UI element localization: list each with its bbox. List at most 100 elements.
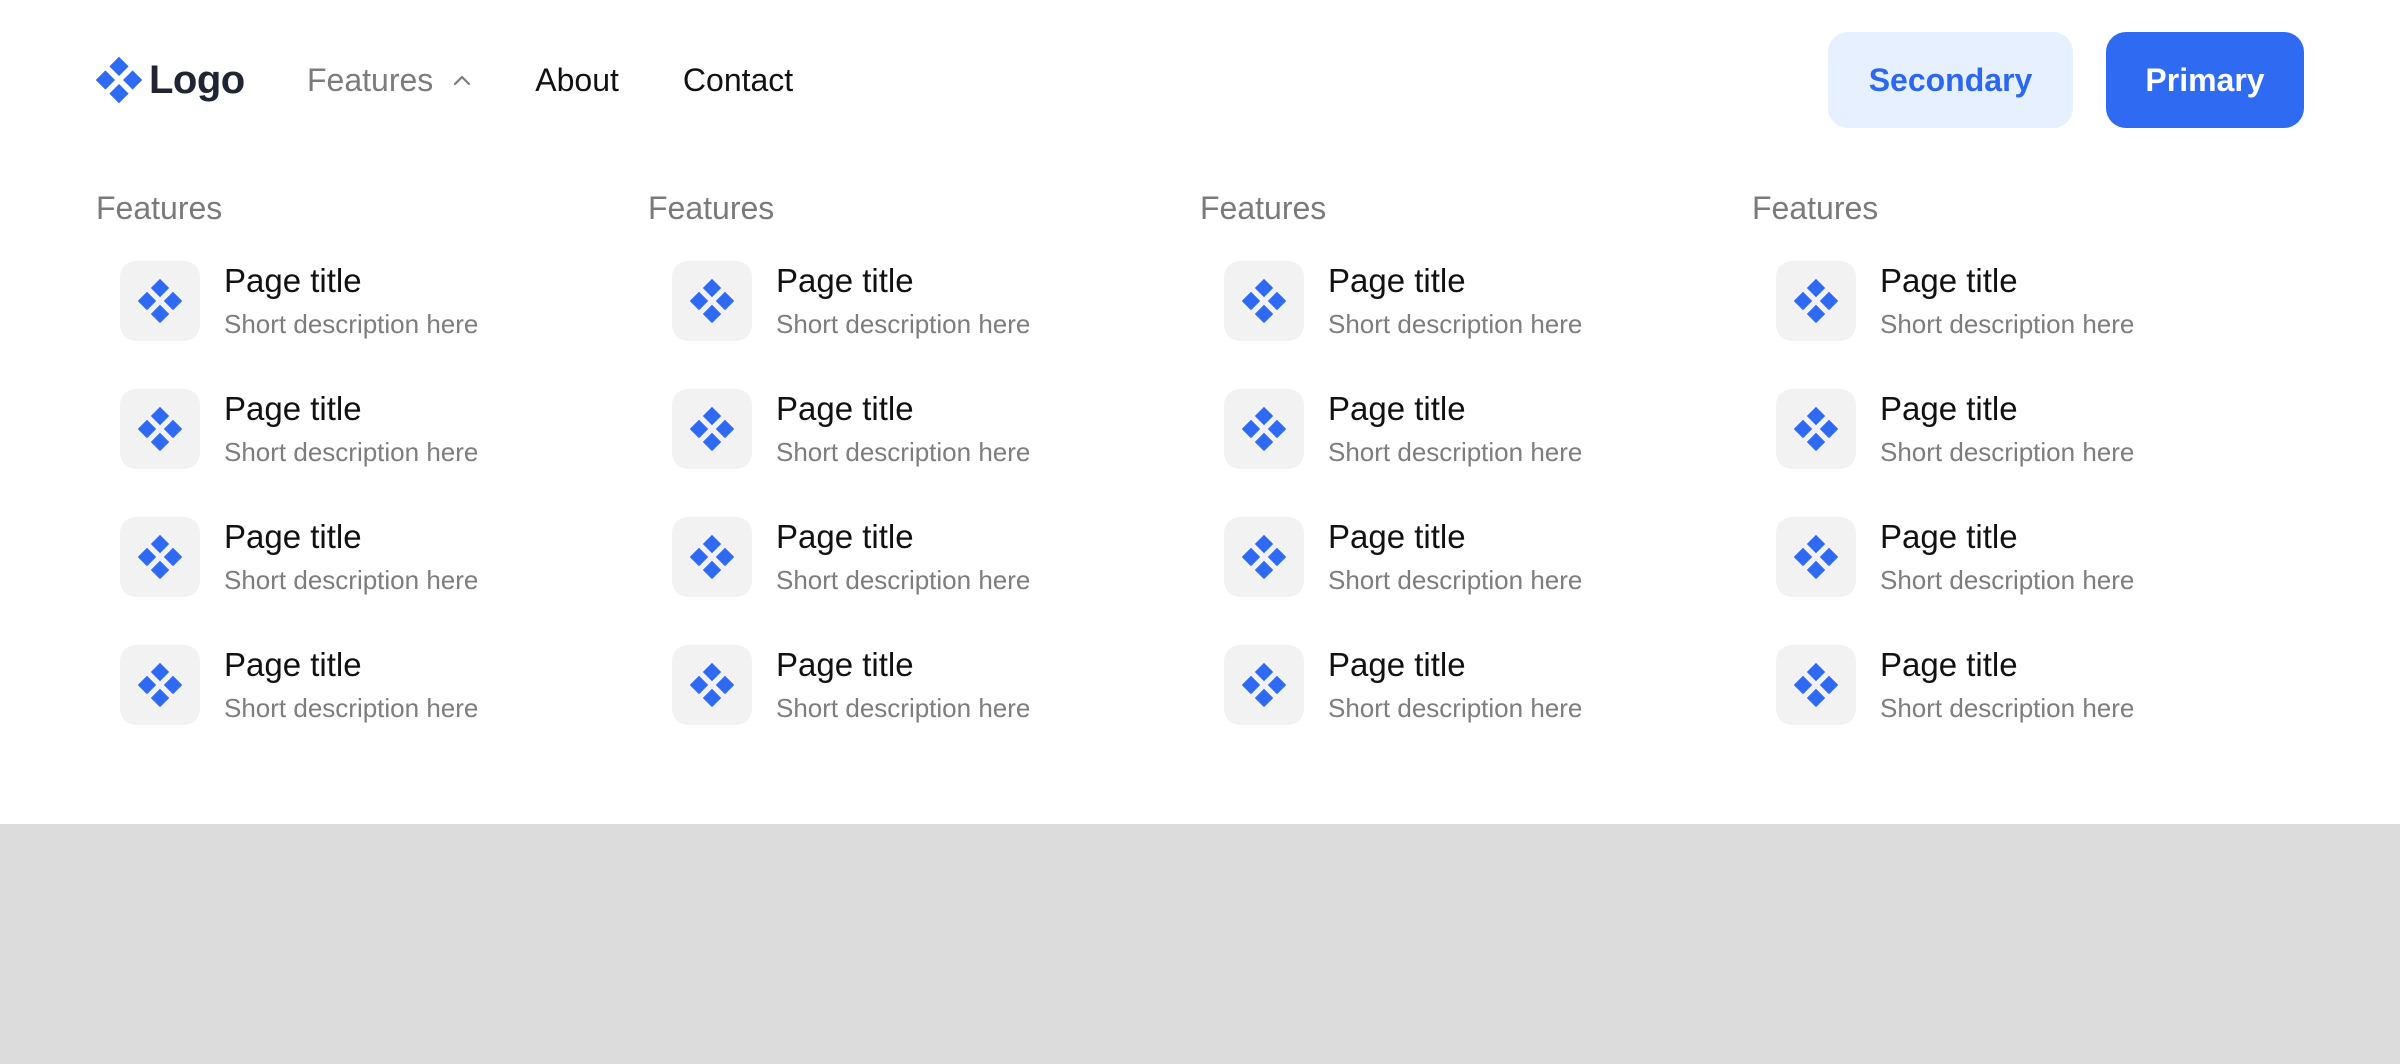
menu-item[interactable]: Page title Short description here xyxy=(120,517,648,645)
menu-item-title: Page title xyxy=(1328,646,1466,683)
menu-item-icon-tile xyxy=(120,389,200,469)
menu-item-title: Page title xyxy=(1328,518,1466,555)
menu-item-icon-tile xyxy=(1776,261,1856,341)
menu-item[interactable]: Page title Short description here xyxy=(672,261,1200,389)
menu-item-text: Page title Short description here xyxy=(1328,261,1582,341)
four-diamonds-icon xyxy=(1794,279,1838,323)
menu-item-description: Short description here xyxy=(1328,565,1583,595)
menu-item[interactable]: Page title Short description here xyxy=(1776,389,2304,517)
menu-item-title: Page title xyxy=(776,262,914,299)
four-diamonds-icon xyxy=(1242,279,1286,323)
four-diamonds-icon xyxy=(1794,535,1838,579)
logo-text: Logo xyxy=(149,57,245,102)
menu-item-text: Page title Short description here xyxy=(1880,517,2134,597)
four-diamonds-icon xyxy=(138,663,182,707)
menu-item-title: Page title xyxy=(1880,646,2018,683)
primary-button[interactable]: Primary xyxy=(2106,32,2304,128)
menu-item-text: Page title Short description here xyxy=(776,517,1030,597)
menu-item[interactable]: Page title Short description here xyxy=(1776,517,2304,645)
four-diamonds-icon xyxy=(690,535,734,579)
menu-item[interactable]: Page title Short description here xyxy=(120,645,648,773)
menu-item-list: Page title Short description here Page ti… xyxy=(96,261,648,773)
mega-menu-panel: Logo Features About Contact Secondary Pr… xyxy=(0,0,2400,824)
menu-item-title: Page title xyxy=(1880,390,2018,427)
menu-item-icon-tile xyxy=(1776,389,1856,469)
logo[interactable]: Logo xyxy=(96,50,245,110)
menu-item-title: Page title xyxy=(224,262,362,299)
menu-item-text: Page title Short description here xyxy=(776,389,1030,469)
menu-item[interactable]: Page title Short description here xyxy=(1776,261,2304,389)
four-diamonds-icon xyxy=(138,279,182,323)
nav-item-label: Features xyxy=(307,61,434,98)
menu-item-description: Short description here xyxy=(1880,693,2135,723)
menu-item[interactable]: Page title Short description here xyxy=(672,389,1200,517)
menu-item-title: Page title xyxy=(776,646,914,683)
menu-item-text: Page title Short description here xyxy=(224,517,478,597)
four-diamonds-icon xyxy=(1242,535,1286,579)
menu-column: Features Page title Short description her… xyxy=(1200,185,1752,773)
four-diamonds-icon xyxy=(1242,407,1286,451)
four-diamonds-icon xyxy=(690,279,734,323)
menu-item[interactable]: Page title Short description here xyxy=(120,261,648,389)
menu-item-text: Page title Short description here xyxy=(224,645,478,725)
menu-item-description: Short description here xyxy=(1328,309,1583,339)
menu-item-text: Page title Short description here xyxy=(776,645,1030,725)
menu-item-title: Page title xyxy=(776,518,914,555)
column-header: Features xyxy=(648,190,775,226)
column-header: Features xyxy=(1752,190,1879,226)
menu-item-icon-tile xyxy=(120,261,200,341)
menu-item[interactable]: Page title Short description here xyxy=(672,517,1200,645)
menu-item-list: Page title Short description here Page ti… xyxy=(648,261,1200,773)
four-diamonds-icon xyxy=(1794,663,1838,707)
four-diamonds-icon xyxy=(138,535,182,579)
menu-item[interactable]: Page title Short description here xyxy=(672,645,1200,773)
four-diamonds-icon xyxy=(1794,407,1838,451)
nav-item-label: Contact xyxy=(682,61,794,98)
four-diamonds-icon xyxy=(96,57,142,103)
nav-links: Features About Contact xyxy=(307,50,857,110)
menu-item-text: Page title Short description here xyxy=(1328,389,1582,469)
menu-item-title: Page title xyxy=(776,390,914,427)
nav-item-about[interactable]: About xyxy=(535,62,619,99)
four-diamonds-icon xyxy=(1242,663,1286,707)
menu-item-list: Page title Short description here Page ti… xyxy=(1752,261,2304,773)
menu-item-icon-tile xyxy=(672,517,752,597)
menu-item[interactable]: Page title Short description here xyxy=(1224,389,1752,517)
menu-item-title: Page title xyxy=(1328,390,1466,427)
menu-item[interactable]: Page title Short description here xyxy=(1224,261,1752,389)
menu-item-icon-tile xyxy=(1776,645,1856,725)
menu-column: Features Page title Short description her… xyxy=(96,185,648,773)
menu-item-icon-tile xyxy=(120,517,200,597)
menu-item-description: Short description here xyxy=(224,693,479,723)
menu-item[interactable]: Page title Short description here xyxy=(1776,645,2304,773)
nav-item-contact[interactable]: Contact xyxy=(683,62,793,99)
chevron-up-icon xyxy=(454,75,471,86)
menu-item-description: Short description here xyxy=(1328,437,1583,467)
menu-item[interactable]: Page title Short description here xyxy=(1224,645,1752,773)
menu-item[interactable]: Page title Short description here xyxy=(1224,517,1752,645)
menu-item-text: Page title Short description here xyxy=(1880,389,2134,469)
menu-item-description: Short description here xyxy=(1880,309,2135,339)
menu-item-description: Short description here xyxy=(776,565,1031,595)
column-header: Features xyxy=(96,190,223,226)
menu-item-icon-tile xyxy=(1224,645,1304,725)
menu-item-description: Short description here xyxy=(224,309,479,339)
four-diamonds-icon xyxy=(138,407,182,451)
menu-item-description: Short description here xyxy=(776,309,1031,339)
menu-item-description: Short description here xyxy=(776,693,1031,723)
nav-item-features[interactable]: Features xyxy=(307,62,471,99)
menu-column: Features Page title Short description her… xyxy=(648,185,1200,773)
menu-item-text: Page title Short description here xyxy=(224,261,478,341)
page-overlay[interactable] xyxy=(0,824,2400,1064)
menu-item-title: Page title xyxy=(224,518,362,555)
menu-item-description: Short description here xyxy=(776,437,1031,467)
menu-item-icon-tile xyxy=(1224,261,1304,341)
menu-item-title: Page title xyxy=(1880,518,2018,555)
menu-item-description: Short description here xyxy=(224,437,479,467)
menu-item[interactable]: Page title Short description here xyxy=(120,389,648,517)
menu-item-icon-tile xyxy=(1224,389,1304,469)
menu-item-description: Short description here xyxy=(1328,693,1583,723)
navbar: Logo Features About Contact Secondary Pr… xyxy=(0,0,2400,160)
secondary-button[interactable]: Secondary xyxy=(1828,32,2073,128)
menu-item-text: Page title Short description here xyxy=(1880,261,2134,341)
